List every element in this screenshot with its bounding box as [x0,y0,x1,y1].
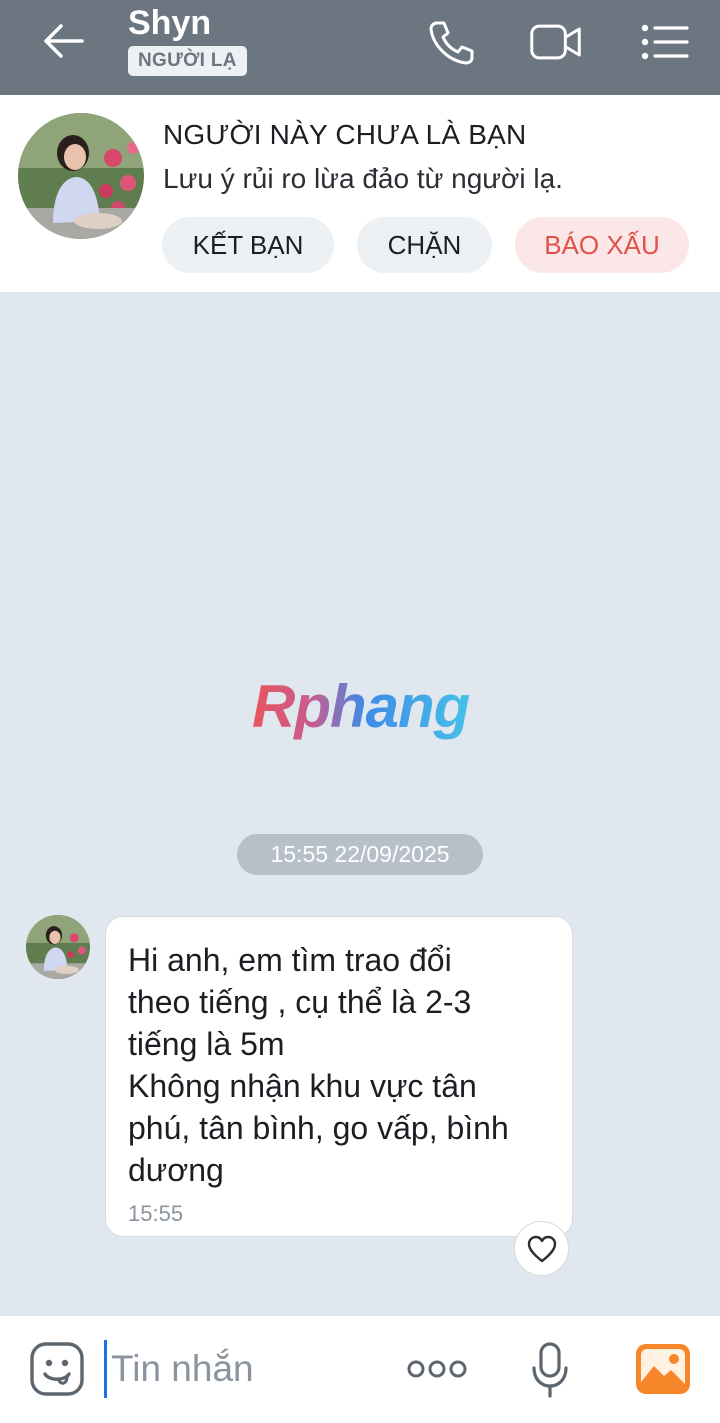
date-timestamp: 15:55 22/09/2025 [237,834,483,875]
contact-info[interactable]: Shyn NGƯỜI LẠ [128,4,247,76]
microphone-button[interactable] [528,1340,572,1400]
message-composer [0,1315,720,1423]
back-arrow-icon [44,24,84,58]
image-gallery-button[interactable] [634,1341,692,1397]
back-button[interactable] [38,18,88,64]
report-button[interactable]: BÁO XẤU [515,217,689,273]
avatar-image [18,113,144,239]
message-text: Hi anh, em tìm trao đổi theo tiếng , cụ … [128,942,509,1188]
heart-icon [527,1235,556,1262]
more-options-icon [407,1360,467,1378]
stranger-badge: NGƯỜI LẠ [128,46,247,76]
watermark-logo: Rphang [252,673,470,740]
avatar[interactable] [18,113,144,239]
avatar-image [26,915,90,979]
video-call-icon [530,24,581,60]
emoji-button[interactable] [28,1340,86,1398]
chat-header: Shyn NGƯỜI LẠ [0,0,720,95]
contact-name: Shyn [128,4,212,42]
reaction-button[interactable] [514,1221,569,1276]
stranger-warning-title: NGƯỜI NÀY CHƯA LÀ BẠN [163,119,527,150]
block-button[interactable]: CHẶN [357,217,492,273]
more-options-button[interactable] [404,1346,470,1392]
add-friend-button[interactable]: KẾT BẠN [162,217,334,273]
phone-icon [429,21,474,65]
image-gallery-icon [636,1344,690,1394]
message-bubble[interactable]: Hi anh, em tìm trao đổi theo tiếng , cụ … [105,916,573,1237]
emoji-icon [30,1342,84,1396]
menu-button[interactable] [638,18,692,66]
message-input[interactable] [104,1340,384,1398]
sender-avatar[interactable] [26,915,90,979]
message-time: 15:55 [128,1201,184,1226]
menu-list-icon [641,24,689,60]
video-call-button[interactable] [529,18,583,66]
stranger-warning-subtitle: Lưu ý rủi ro lừa đảo từ người lạ. [163,163,563,194]
microphone-icon [532,1342,568,1398]
call-button[interactable] [424,18,478,66]
stranger-warning-panel: NGƯỜI NÀY CHƯA LÀ BẠN Lưu ý rủi ro lừa đ… [0,95,720,292]
